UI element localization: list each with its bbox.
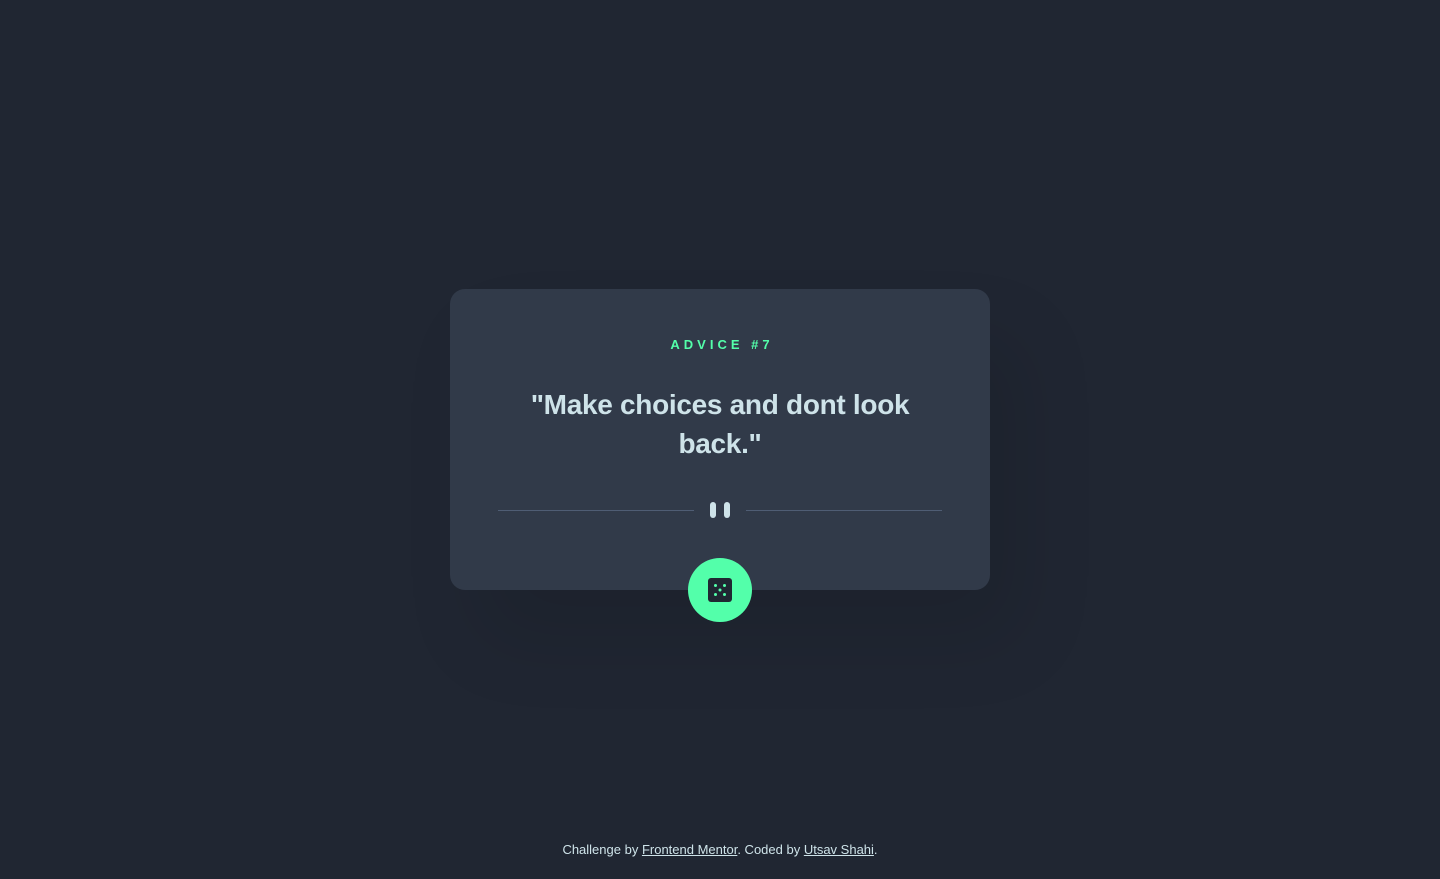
author-link[interactable]: Utsav Shahi — [804, 842, 874, 857]
pause-icon — [709, 502, 731, 518]
pause-bar-right — [724, 502, 730, 518]
footer-suffix: . — [873, 842, 878, 857]
footer-prefix: Challenge by — [562, 842, 642, 857]
advice-card: ADVICE #7 "Make choices and dont look ba… — [450, 289, 990, 622]
footer-middle: . Coded by — [737, 842, 804, 857]
advice-id: ADVICE #7 — [670, 337, 774, 352]
dice-button[interactable] — [688, 558, 752, 622]
frontend-mentor-link[interactable]: Frontend Mentor — [642, 842, 737, 857]
advice-text: "Make choices and dont look back." — [530, 389, 910, 459]
attribution-footer: Challenge by Frontend Mentor. Coded by U… — [0, 842, 1440, 857]
dice-icon — [708, 578, 732, 602]
divider-line-right — [746, 510, 942, 511]
divider — [498, 502, 942, 518]
divider-line-left — [498, 510, 694, 511]
pause-bar-left — [710, 502, 716, 518]
